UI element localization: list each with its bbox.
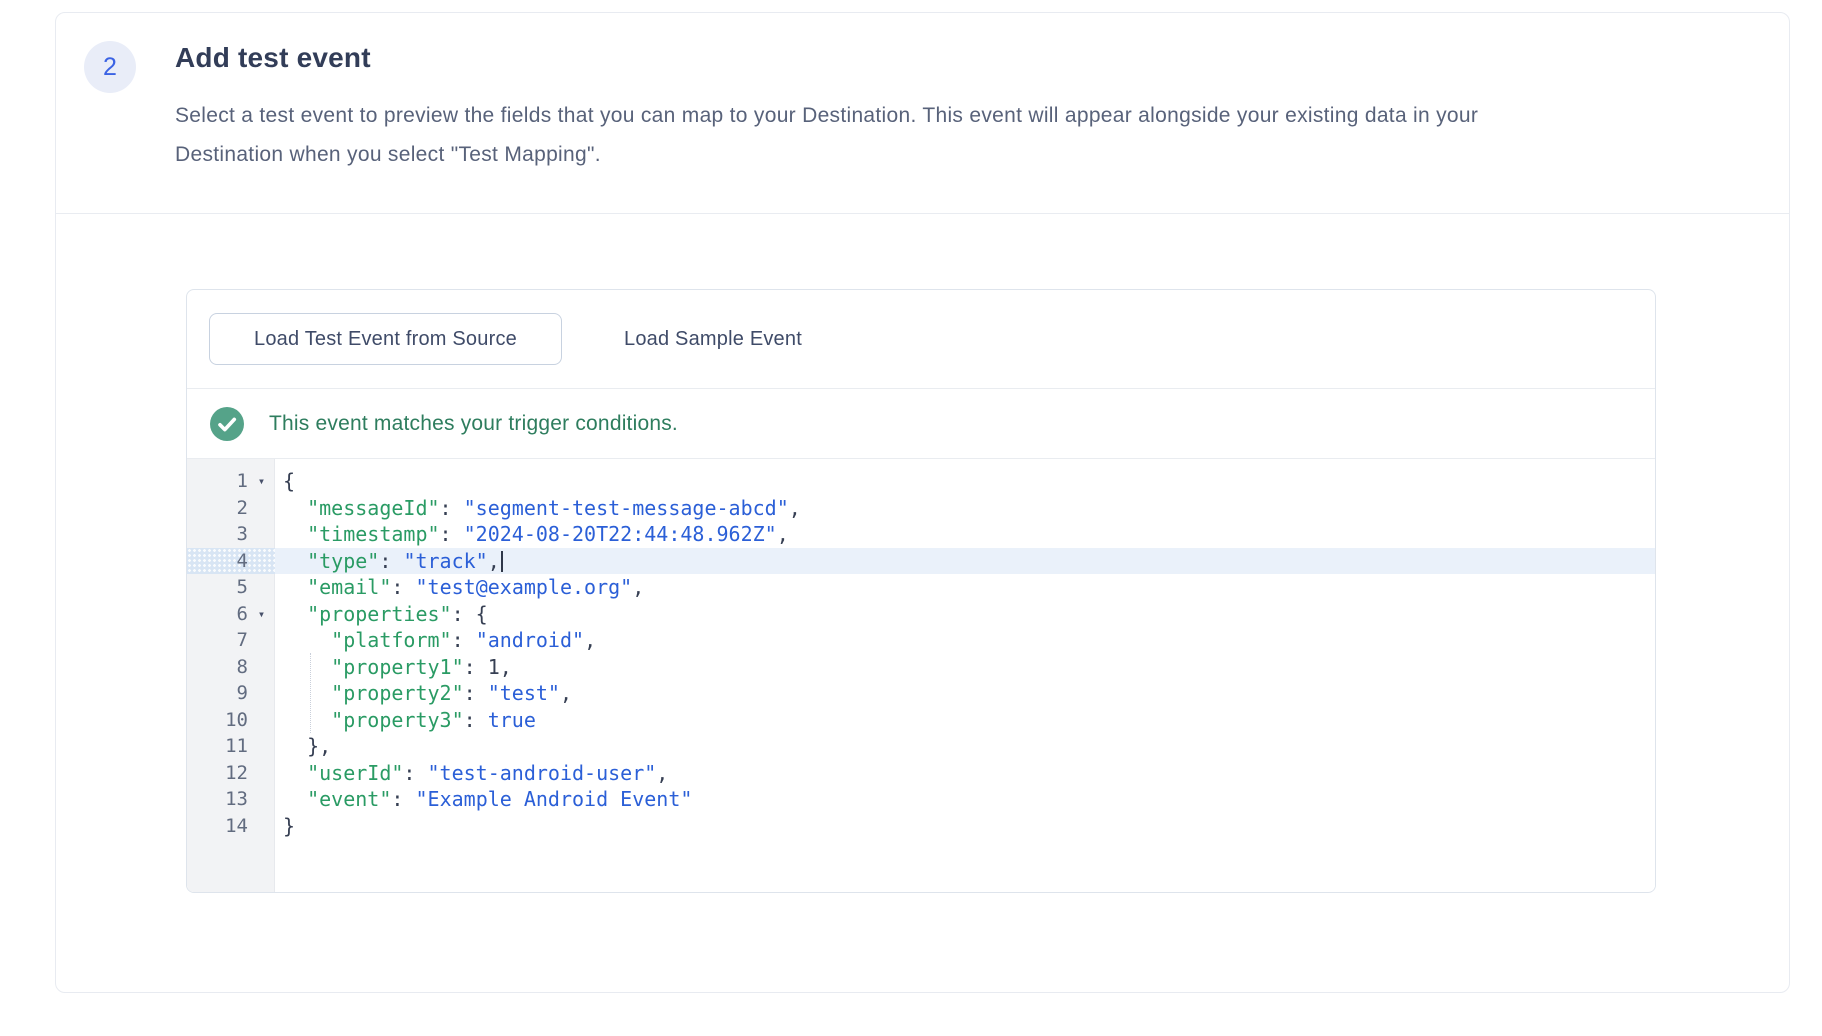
gutter-cell: 13	[187, 786, 275, 813]
card-body: Load Test Event from Source Load Sample …	[56, 289, 1789, 893]
code-line: 3 "timestamp": "2024-08-20T22:44:48.962Z…	[187, 521, 1655, 548]
load-sample-event-button[interactable]: Load Sample Event	[624, 328, 802, 351]
indent-guide	[310, 653, 311, 733]
line-number: 12	[187, 762, 248, 784]
card-header: 2 Add test event Select a test event to …	[56, 13, 1789, 214]
success-check-icon	[210, 407, 244, 441]
code-text: "properties": {	[275, 602, 488, 626]
code-text: },	[275, 734, 331, 758]
gutter-cell: 1▾	[187, 468, 275, 495]
code-text: "userId": "test-android-user",	[275, 761, 668, 785]
line-number: 11	[187, 735, 248, 757]
gutter-cell: 3	[187, 521, 275, 548]
code-text: "type": "track",	[275, 549, 503, 573]
code-text: "property2": "test",	[275, 681, 572, 705]
line-number: 14	[187, 815, 248, 837]
text-cursor	[501, 551, 503, 572]
line-number: 13	[187, 788, 248, 810]
test-event-panel: Load Test Event from Source Load Sample …	[186, 289, 1656, 893]
code-text: }	[275, 814, 295, 838]
gutter-cell: 12	[187, 760, 275, 787]
code-text: "messageId": "segment-test-message-abcd"…	[275, 496, 801, 520]
trigger-match-row: This event matches your trigger conditio…	[187, 389, 1655, 459]
add-test-event-card: 2 Add test event Select a test event to …	[55, 12, 1790, 993]
code-line: 8 "property1": 1,	[187, 654, 1655, 681]
header-text: Add test event Select a test event to pr…	[175, 41, 1478, 213]
fold-arrow-icon[interactable]: ▾	[248, 475, 275, 487]
step-number-badge: 2	[84, 41, 136, 93]
line-number: 3	[187, 523, 248, 545]
gutter-cell: 11	[187, 733, 275, 760]
line-number: 10	[187, 709, 248, 731]
page-title: Add test event	[175, 43, 1478, 73]
code-line: 1▾{	[187, 468, 1655, 495]
code-line: 9 "property2": "test",	[187, 680, 1655, 707]
line-number: 1	[187, 470, 248, 492]
gutter-cell: 6▾	[187, 601, 275, 628]
code-line: 2 "messageId": "segment-test-message-abc…	[187, 495, 1655, 522]
code-text: {	[275, 469, 295, 493]
line-number: 5	[187, 576, 248, 598]
gutter-cell: 8	[187, 654, 275, 681]
code-line: 10 "property3": true	[187, 707, 1655, 734]
step-number: 2	[103, 53, 117, 82]
code-text: "timestamp": "2024-08-20T22:44:48.962Z",	[275, 522, 789, 546]
code-line: 5 "email": "test@example.org",	[187, 574, 1655, 601]
code-line: 6▾ "properties": {	[187, 601, 1655, 628]
code-line: 14}	[187, 813, 1655, 840]
gutter-cell: 4	[187, 548, 275, 575]
gutter-cell: 5	[187, 574, 275, 601]
json-editor[interactable]: 1▾{2 "messageId": "segment-test-message-…	[187, 459, 1655, 892]
code-lines: 1▾{2 "messageId": "segment-test-message-…	[187, 459, 1655, 839]
code-line: 11 },	[187, 733, 1655, 760]
line-number: 6	[187, 603, 248, 625]
gutter-cell: 2	[187, 495, 275, 522]
code-text: "event": "Example Android Event"	[275, 787, 692, 811]
code-text: "property3": true	[275, 708, 536, 732]
gutter-cell: 7	[187, 627, 275, 654]
line-number: 9	[187, 682, 248, 704]
line-number: 4	[187, 550, 248, 572]
line-number: 8	[187, 656, 248, 678]
gutter-cell: 9	[187, 680, 275, 707]
load-test-event-button[interactable]: Load Test Event from Source	[209, 313, 562, 365]
gutter-cell: 10	[187, 707, 275, 734]
trigger-match-message: This event matches your trigger conditio…	[269, 412, 678, 436]
code-text: "email": "test@example.org",	[275, 575, 644, 599]
description-line-2: Destination when you select "Test Mappin…	[175, 143, 601, 166]
description-line-1: Select a test event to preview the field…	[175, 104, 1478, 127]
code-line: 4 "type": "track",	[187, 548, 1655, 575]
code-line: 12 "userId": "test-android-user",	[187, 760, 1655, 787]
line-number: 2	[187, 497, 248, 519]
code-line: 13 "event": "Example Android Event"	[187, 786, 1655, 813]
gutter-cell: 14	[187, 813, 275, 840]
fold-arrow-icon[interactable]: ▾	[248, 608, 275, 620]
line-number: 7	[187, 629, 248, 651]
event-source-toolbar: Load Test Event from Source Load Sample …	[187, 290, 1655, 389]
code-text: "platform": "android",	[275, 628, 596, 652]
code-line: 7 "platform": "android",	[187, 627, 1655, 654]
page-description: Select a test event to preview the field…	[175, 96, 1478, 174]
